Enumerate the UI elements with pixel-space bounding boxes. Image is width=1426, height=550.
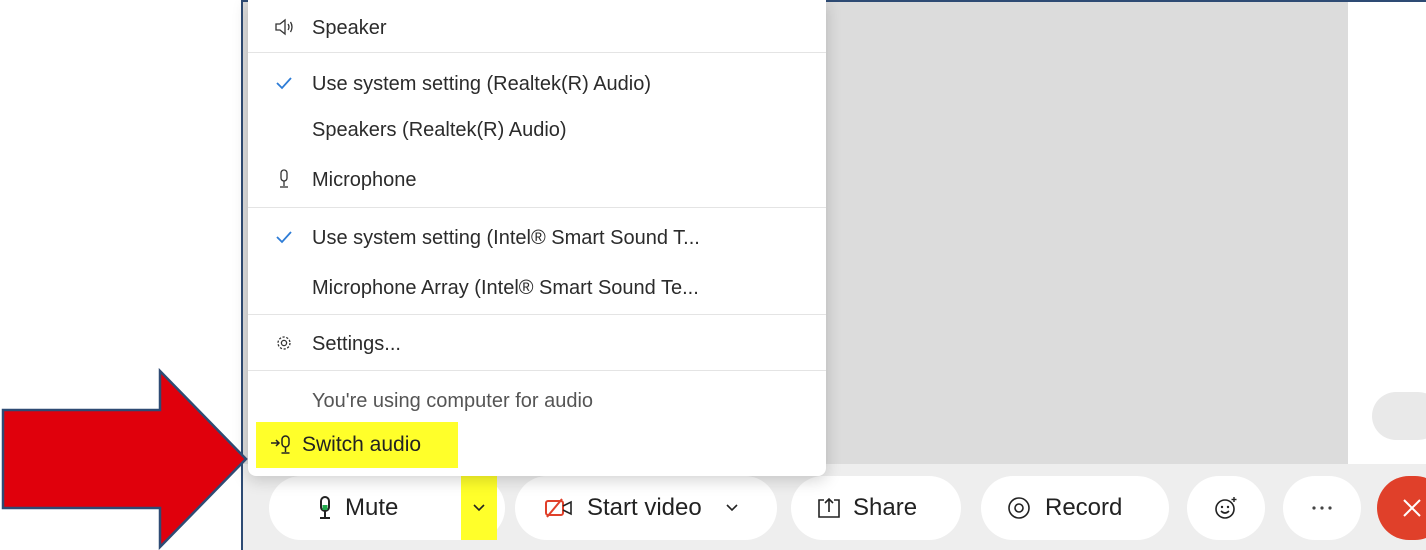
speaker-header: Speaker (248, 8, 826, 48)
menu-divider (248, 314, 826, 315)
share-icon (818, 497, 840, 518)
speaker-option-realtek[interactable]: Speakers (Realtek(R) Audio) (248, 110, 826, 150)
more-button[interactable] (1283, 476, 1361, 540)
settings-label: Settings... (312, 332, 401, 355)
end-call-button[interactable] (1377, 476, 1426, 540)
more-icon (1312, 506, 1332, 510)
audio-options-chevron[interactable] (461, 476, 497, 540)
switch-audio-icon (271, 435, 290, 454)
record-label: Record (1045, 494, 1123, 521)
share-button[interactable]: Share (791, 476, 961, 540)
side-panel (1348, 2, 1426, 464)
share-label: Share (853, 494, 918, 521)
microphone-option-system[interactable]: Use system setting (Intel® Smart Sound T… (248, 218, 826, 258)
settings-menu-item[interactable]: Settings... (248, 324, 826, 364)
gear-icon (274, 332, 294, 360)
start-video-button[interactable]: Start video (515, 476, 777, 540)
mute-label: Mute (345, 494, 399, 521)
switch-audio-button[interactable]: Switch audio (256, 422, 458, 468)
audio-status: You're using computer for audio (248, 381, 826, 421)
microphone-header: Microphone (248, 160, 826, 200)
speaker-header-label: Speaker (312, 16, 387, 39)
smiley-icon (1215, 497, 1237, 519)
chevron-down-icon (473, 504, 485, 512)
chevron-down-icon[interactable] (726, 504, 738, 512)
audio-status-text: You're using computer for audio (312, 389, 594, 412)
microphone-icon (274, 168, 294, 196)
record-button[interactable]: Record (981, 476, 1169, 540)
speaker-option-label: Use system setting (Realtek(R) Audio) (312, 72, 652, 95)
mute-button[interactable]: Mute (269, 476, 505, 540)
microphone-option-label: Use system setting (Intel® Smart Sound T… (312, 226, 700, 249)
speaker-option-label: Speakers (Realtek(R) Audio) (312, 118, 567, 141)
panel-button[interactable] (1372, 392, 1426, 440)
audio-options-menu: Speaker Use system setting (Realtek(R) A… (248, 0, 826, 476)
checkmark-icon (274, 226, 294, 254)
microphone-option-label: Microphone Array (Intel® Smart Sound Te.… (312, 276, 699, 299)
reactions-button[interactable] (1187, 476, 1265, 540)
annotation-arrow (1, 368, 248, 550)
speaker-option-system[interactable]: Use system setting (Realtek(R) Audio) (248, 64, 826, 104)
start-video-label: Start video (587, 494, 702, 521)
record-icon (1008, 497, 1030, 519)
close-icon (1403, 499, 1421, 517)
switch-audio-label: Switch audio (302, 433, 422, 456)
microphone-header-label: Microphone (312, 168, 417, 191)
menu-divider (248, 207, 826, 208)
menu-divider (248, 52, 826, 53)
menu-divider (248, 370, 826, 371)
checkmark-icon (274, 72, 294, 100)
speaker-icon (274, 16, 294, 44)
video-off-icon (545, 498, 572, 518)
microphone-icon (320, 496, 330, 519)
microphone-option-array[interactable]: Microphone Array (Intel® Smart Sound Te.… (248, 268, 826, 308)
meeting-toolbar: Mute Start video Share Record (243, 464, 1426, 550)
